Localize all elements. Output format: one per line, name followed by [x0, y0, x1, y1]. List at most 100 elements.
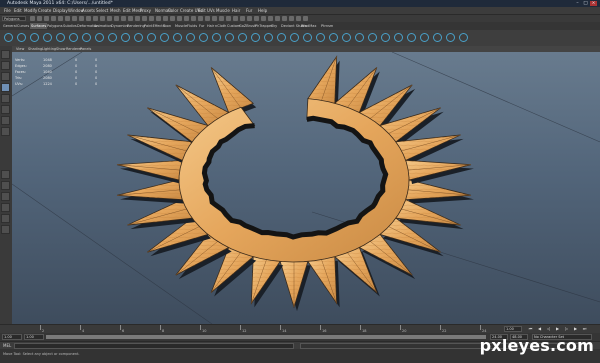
shelf-tool-icon[interactable]: [56, 33, 65, 42]
shelf-tool-icon[interactable]: [4, 33, 13, 42]
shelf-tab-ptrnsm[interactable]: Ptrnsm: [320, 23, 334, 29]
menu-file[interactable]: File: [4, 7, 11, 14]
command-lang-label[interactable]: MEL: [3, 343, 11, 348]
shelf-tool-icon[interactable]: [82, 33, 91, 42]
status-tool-icon[interactable]: [296, 16, 301, 21]
playback-button-icon[interactable]: ▶: [573, 326, 578, 332]
status-tool-icon[interactable]: [163, 16, 168, 21]
shelf-tool-icon[interactable]: [186, 33, 195, 42]
shelf-tool-icon[interactable]: [160, 33, 169, 42]
status-tool-icon[interactable]: [107, 16, 112, 21]
viewport-3d[interactable]: Verts: 1048 0 0 Edges: 2080 0 0 Faces: 1040 0 0 Tris…: [12, 52, 600, 324]
shelf-tool-icon[interactable]: [238, 33, 247, 42]
menu-muscle[interactable]: Muscle: [216, 7, 230, 14]
shelf-tool-icon[interactable]: [43, 33, 52, 42]
shelf-tool-icon[interactable]: [17, 33, 26, 42]
shelf-tab-sky[interactable]: Sky: [270, 23, 278, 29]
shelf-tool-icon[interactable]: [329, 33, 338, 42]
shelf-tab-surfaces[interactable]: Surfaces: [30, 23, 48, 29]
menu-edit-uvs[interactable]: Edit UVs: [198, 7, 215, 14]
menu-assets[interactable]: Assets: [82, 7, 95, 14]
shelf-tool-icon[interactable]: [394, 33, 403, 42]
status-tool-icon[interactable]: [72, 16, 77, 21]
move-tool-icon[interactable]: [1, 83, 10, 92]
playback-button-icon[interactable]: ◀: [537, 326, 542, 332]
status-tool-icon[interactable]: [205, 16, 210, 21]
shelf-tool-icon[interactable]: [381, 33, 390, 42]
close-icon[interactable]: ×: [590, 1, 597, 6]
status-tool-icon[interactable]: [135, 16, 140, 21]
shelf-tool-icon[interactable]: [121, 33, 130, 42]
range-bar[interactable]: [46, 335, 486, 339]
menu-help[interactable]: Help: [258, 7, 267, 14]
menu-mesh[interactable]: Mesh: [110, 7, 121, 14]
status-tool-icon[interactable]: [37, 16, 42, 21]
menu-edit[interactable]: Edit: [14, 7, 22, 14]
shelf-tab-fur[interactable]: Fur: [198, 23, 205, 29]
status-tool-icon[interactable]: [79, 16, 84, 21]
shelf-tool-icon[interactable]: [342, 33, 351, 42]
layout-side-icon[interactable]: [1, 192, 10, 201]
layout-hypershade-icon[interactable]: [1, 225, 10, 234]
rotate-tool-icon[interactable]: [1, 94, 10, 103]
status-tool-icon[interactable]: [177, 16, 182, 21]
shelf-tool-icon[interactable]: [134, 33, 143, 42]
status-tool-icon[interactable]: [226, 16, 231, 21]
shelf-tab-curves[interactable]: Curves: [16, 23, 30, 29]
minimize-icon[interactable]: –: [574, 1, 581, 6]
menu-display[interactable]: Display: [53, 7, 68, 14]
status-tool-icon[interactable]: [65, 16, 70, 21]
menu-modify[interactable]: Modify: [24, 7, 37, 14]
maximize-icon[interactable]: □: [582, 1, 589, 6]
status-tool-icon[interactable]: [303, 16, 308, 21]
shelf-tool-icon[interactable]: [459, 33, 468, 42]
playback-button-icon[interactable]: ⏭: [582, 326, 587, 332]
status-tool-icon[interactable]: [254, 16, 259, 21]
status-tool-icon[interactable]: [212, 16, 217, 21]
shelf-tool-icon[interactable]: [108, 33, 117, 42]
shelf-tool-icon[interactable]: [69, 33, 78, 42]
status-tool-icon[interactable]: [184, 16, 189, 21]
shelf-tab-bradmax[interactable]: BradMax: [300, 23, 317, 29]
shelf-tool-icon[interactable]: [433, 33, 442, 42]
playback-button-icon[interactable]: ▶: [555, 326, 560, 332]
status-tool-icon[interactable]: [261, 16, 266, 21]
status-tool-icon[interactable]: [86, 16, 91, 21]
shelf-tool-icon[interactable]: [355, 33, 364, 42]
shelf-tool-icon[interactable]: [173, 33, 182, 42]
status-tool-icon[interactable]: [114, 16, 119, 21]
status-tool-icon[interactable]: [58, 16, 63, 21]
layout-outliner-icon[interactable]: [1, 203, 10, 212]
shelf-tab-toon[interactable]: Toon: [162, 23, 172, 29]
status-tool-icon[interactable]: [44, 16, 49, 21]
status-tool-icon[interactable]: [128, 16, 133, 21]
last-tool-icon[interactable]: [1, 127, 10, 136]
menu-set-select[interactable]: Polygons: [2, 16, 26, 21]
shelf-tool-icon[interactable]: [303, 33, 312, 42]
shelf-tool-icon[interactable]: [147, 33, 156, 42]
select-tool-icon[interactable]: [1, 50, 10, 59]
shelf-tool-icon[interactable]: [199, 33, 208, 42]
menu-create[interactable]: Create: [38, 7, 51, 14]
menu-select[interactable]: Select: [96, 7, 108, 14]
start-time-field[interactable]: 1.00: [2, 334, 22, 340]
shelf-tool-icon[interactable]: [316, 33, 325, 42]
status-tool-icon[interactable]: [121, 16, 126, 21]
menu-proxy[interactable]: Proxy: [140, 7, 151, 14]
status-tool-icon[interactable]: [289, 16, 294, 21]
status-tool-icon[interactable]: [240, 16, 245, 21]
status-tool-icon[interactable]: [247, 16, 252, 21]
shelf-tool-icon[interactable]: [30, 33, 39, 42]
status-tool-icon[interactable]: [219, 16, 224, 21]
layout-graph-icon[interactable]: [1, 214, 10, 223]
status-tool-icon[interactable]: [149, 16, 154, 21]
scale-tool-icon[interactable]: [1, 105, 10, 114]
shelf-tool-icon[interactable]: [95, 33, 104, 42]
status-tool-icon[interactable]: [93, 16, 98, 21]
playback-button-icon[interactable]: ◁: [546, 326, 551, 332]
shelf-tool-icon[interactable]: [407, 33, 416, 42]
menu-hair[interactable]: Hair: [232, 7, 240, 14]
status-tool-icon[interactable]: [191, 16, 196, 21]
shelf-tool-icon[interactable]: [264, 33, 273, 42]
current-frame-field[interactable]: 1.00: [504, 326, 522, 332]
